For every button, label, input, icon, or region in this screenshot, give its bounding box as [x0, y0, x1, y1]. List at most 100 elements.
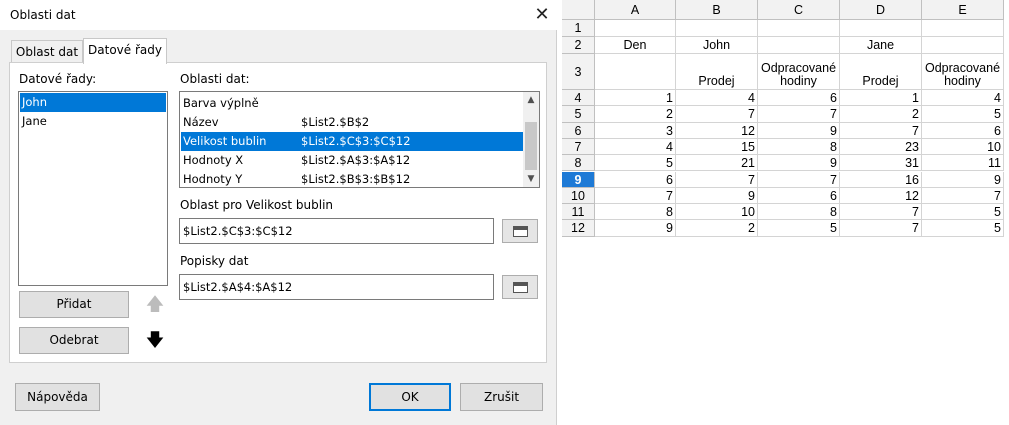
select-all-corner[interactable] [562, 0, 595, 20]
sheet-cell[interactable]: 6 [758, 187, 840, 205]
select-range-button[interactable] [502, 219, 538, 243]
sheet-cell[interactable]: 1 [840, 90, 922, 107]
sheet-cell[interactable]: 9 [758, 155, 840, 172]
range-row[interactable]: Hodnoty X $List2.$A$3:$A$12 [181, 151, 523, 170]
sheet-cell[interactable]: Odpracované hodiny [758, 54, 840, 90]
sheet-cell[interactable]: 9 [676, 187, 758, 205]
range-row-selected[interactable]: Velikost bublin $List2.$C$3:$C$12 [181, 132, 523, 151]
spreadsheet[interactable]: A B C D E 1 2 Den John Jane 3 Prodej Odpracované hod… [562, 0, 1009, 240]
sheet-cell[interactable]: 3 [595, 122, 676, 139]
sheet-cell[interactable] [676, 20, 758, 37]
move-up-icon[interactable]: 🡅 [143, 292, 167, 318]
column-header-c[interactable]: C [758, 0, 840, 20]
sheet-cell[interactable] [595, 54, 676, 90]
sheet-cell[interactable]: 4 [922, 90, 1004, 107]
range-row[interactable]: Název $List2.$B$2 [181, 113, 523, 132]
sheet-cell[interactable]: Prodej [840, 54, 922, 90]
range-for-input[interactable]: $List2.$C$3:$C$12 [179, 218, 494, 244]
sheet-cell[interactable]: Den [595, 37, 676, 54]
sheet-cell[interactable]: 7 [676, 171, 758, 188]
remove-series-button[interactable]: Odebrat [19, 327, 129, 354]
sheet-cell[interactable]: 4 [676, 90, 758, 107]
sheet-cell[interactable] [922, 20, 1004, 37]
sheet-cell[interactable]: 2 [840, 106, 922, 123]
ranges-list[interactable]: Barva výplně Název $List2.$B$2 Velikost b… [179, 91, 540, 188]
row-header-10[interactable]: 10 [562, 187, 595, 205]
sheet-cell[interactable]: 2 [595, 106, 676, 123]
row-header-12[interactable]: 12 [562, 220, 595, 237]
sheet-cell[interactable]: 16 [840, 171, 922, 188]
sheet-cell[interactable] [758, 37, 840, 54]
row-header-7[interactable]: 7 [562, 138, 595, 156]
tab-data-series[interactable]: Datové řady [83, 38, 167, 64]
row-header-11[interactable]: 11 [562, 204, 595, 221]
scroll-thumb[interactable] [525, 122, 537, 170]
cancel-button[interactable]: Zrušit [460, 383, 543, 411]
sheet-cell[interactable]: 7 [595, 187, 676, 205]
sheet-cell[interactable] [758, 20, 840, 37]
sheet-cell[interactable]: John [676, 37, 758, 54]
scroll-down-icon[interactable]: ▼ [523, 171, 539, 187]
row-header-1[interactable]: 1 [562, 20, 595, 37]
sheet-cell[interactable]: 9 [758, 122, 840, 139]
sheet-cell[interactable]: 21 [676, 155, 758, 172]
row-header-5[interactable]: 5 [562, 106, 595, 123]
series-item-john[interactable]: John [20, 93, 166, 112]
sheet-cell[interactable]: 7 [758, 106, 840, 123]
sheet-cell[interactable]: 9 [595, 220, 676, 237]
sheet-cell[interactable]: 7 [840, 220, 922, 237]
ok-button[interactable]: OK [369, 383, 451, 411]
range-row[interactable]: Hodnoty Y $List2.$B$3:$B$12 [181, 170, 523, 187]
sheet-cell[interactable]: 5 [922, 220, 1004, 237]
sheet-cell[interactable]: 8 [595, 204, 676, 221]
column-header-a[interactable]: A [595, 0, 676, 20]
sheet-cell[interactable]: 7 [840, 122, 922, 139]
sheet-cell[interactable]: 12 [840, 187, 922, 205]
help-button[interactable]: Nápověda [15, 383, 100, 411]
sheet-cell[interactable]: 7 [840, 204, 922, 221]
ranges-scrollbar[interactable]: ▲ ▼ [523, 92, 539, 187]
series-item-jane[interactable]: Jane [20, 112, 166, 131]
move-down-icon[interactable]: 🡇 [143, 328, 167, 354]
row-header-9[interactable]: 9 [562, 171, 595, 188]
row-header-4[interactable]: 4 [562, 90, 595, 107]
sheet-cell[interactable]: 4 [595, 138, 676, 156]
sheet-cell[interactable] [922, 37, 1004, 54]
sheet-cell[interactable]: 8 [758, 138, 840, 156]
sheet-cell[interactable] [595, 20, 676, 37]
sheet-cell[interactable]: 8 [758, 204, 840, 221]
series-list[interactable]: John Jane [18, 91, 168, 286]
sheet-cell[interactable]: 10 [676, 204, 758, 221]
column-header-b[interactable]: B [676, 0, 758, 20]
sheet-cell[interactable]: Jane [840, 37, 922, 54]
sheet-cell[interactable] [840, 20, 922, 37]
sheet-cell[interactable]: 5 [758, 220, 840, 237]
sheet-cell[interactable]: 9 [922, 171, 1004, 188]
sheet-cell[interactable]: 23 [840, 138, 922, 156]
sheet-cell[interactable]: 5 [922, 106, 1004, 123]
sheet-cell[interactable]: 6 [758, 90, 840, 107]
sheet-cell[interactable]: 5 [922, 204, 1004, 221]
tab-data-range[interactable]: Oblast dat [11, 40, 83, 64]
sheet-cell[interactable]: 10 [922, 138, 1004, 156]
row-header-6[interactable]: 6 [562, 122, 595, 139]
select-labels-range-button[interactable] [502, 275, 538, 299]
sheet-cell[interactable]: 2 [676, 220, 758, 237]
scroll-up-icon[interactable]: ▲ [523, 92, 539, 108]
sheet-cell[interactable]: 6 [595, 171, 676, 188]
sheet-cell[interactable]: 7 [922, 187, 1004, 205]
row-header-2[interactable]: 2 [562, 37, 595, 54]
sheet-cell[interactable]: 6 [922, 122, 1004, 139]
close-icon[interactable]: ✕ [529, 3, 555, 27]
add-series-button[interactable]: Přidat [19, 291, 129, 318]
column-header-d[interactable]: D [840, 0, 922, 20]
sheet-cell[interactable]: 31 [840, 155, 922, 172]
range-row[interactable]: Barva výplně [181, 94, 523, 113]
row-header-3[interactable]: 3 [562, 54, 595, 90]
data-labels-input[interactable]: $List2.$A$4:$A$12 [179, 274, 494, 300]
sheet-cell[interactable]: 7 [676, 106, 758, 123]
sheet-cell[interactable]: 7 [758, 171, 840, 188]
sheet-cell[interactable]: 11 [922, 155, 1004, 172]
sheet-cell[interactable]: 12 [676, 122, 758, 139]
sheet-cell[interactable]: Odpracované hodiny [922, 54, 1004, 90]
